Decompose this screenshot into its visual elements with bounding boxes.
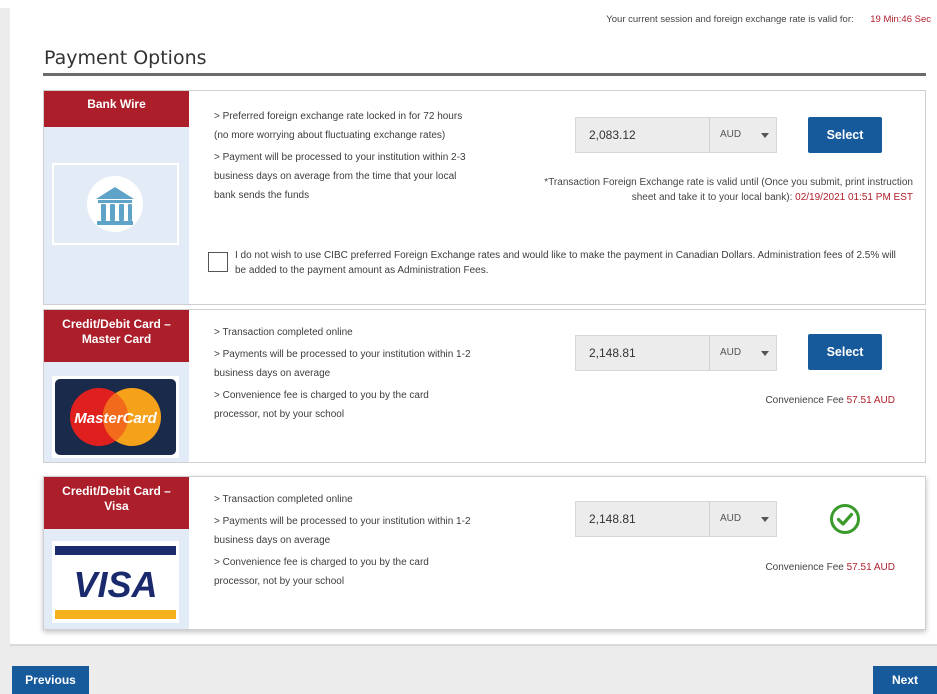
previous-button[interactable]: Previous [12, 666, 89, 694]
currency-divider [709, 118, 710, 152]
currency-divider [709, 336, 710, 370]
feature-text: > Payments will be processed to your ins… [214, 349, 471, 379]
option-features: > Transaction completed online > Payment… [214, 323, 474, 427]
option-title: Credit/Debit Card – Master Card [44, 310, 189, 362]
feature-text: > Preferred foreign exchange rate locked… [214, 111, 463, 141]
visa-logo: VISA [52, 541, 179, 623]
fee-amount: 57.51 AUD [846, 562, 895, 573]
mastercard-logo-text: MasterCard [74, 410, 157, 427]
visa-logo-text: VISA [73, 564, 157, 605]
mastercard-logo: MasterCard [52, 376, 179, 458]
session-bar: Your current session and foreign exchang… [606, 14, 931, 25]
rate-note: *Transaction Foreign Exchange rate is va… [544, 175, 913, 205]
amount-value: 2,148.81 [589, 512, 636, 526]
title-divider [43, 73, 926, 76]
feature-text: > Transaction completed online [214, 327, 353, 338]
amount-value: 2,083.12 [589, 128, 636, 142]
amount-value: 2,148.81 [589, 346, 636, 360]
feature-text: > Payments will be processed to your ins… [214, 516, 471, 546]
top-strip [0, 0, 937, 8]
feature-text: > Convenience fee is charged to you by t… [214, 557, 429, 587]
payment-option-visa[interactable]: Credit/Debit Card – Visa VISA > Transact… [43, 476, 926, 630]
amount-field[interactable]: 2,148.81 AUD [575, 335, 777, 371]
fee-amount: 57.51 AUD [846, 395, 895, 406]
rate-note-line: *Transaction Foreign Exchange rate is va… [544, 177, 913, 188]
next-button[interactable]: Next [873, 666, 937, 694]
cad-checkbox[interactable] [208, 252, 228, 272]
chevron-down-icon[interactable] [761, 133, 769, 138]
chevron-down-icon[interactable] [761, 351, 769, 356]
cad-option-text: I do not wish to use CIBC preferred Fore… [235, 250, 896, 276]
feature-text: > Payment will be processed to your inst… [214, 152, 466, 201]
option-title: Bank Wire [44, 91, 189, 127]
option-features: > Preferred foreign exchange rate locked… [214, 107, 474, 208]
rate-note-line: sheet and take it to your local bank): [631, 192, 793, 203]
feature-text: > Convenience fee is charged to you by t… [214, 390, 429, 420]
currency-divider [709, 502, 710, 536]
bank-icon [52, 163, 179, 245]
currency-select[interactable]: AUD [720, 347, 741, 358]
option-title: Credit/Debit Card – Visa [44, 477, 189, 529]
currency-select[interactable]: AUD [720, 129, 741, 140]
chevron-down-icon[interactable] [761, 517, 769, 522]
convenience-fee: Convenience Fee 57.51 AUD [765, 562, 895, 573]
footer-divider [10, 644, 937, 646]
currency-select[interactable]: AUD [720, 513, 741, 524]
select-button[interactable]: Select [808, 117, 882, 153]
convenience-fee: Convenience Fee 57.51 AUD [765, 395, 895, 406]
select-button[interactable]: Select [808, 334, 882, 370]
mastercard-logo-box: MasterCard [52, 376, 179, 458]
fee-label: Convenience Fee [765, 562, 844, 573]
visa-logo-box: VISA [52, 541, 179, 623]
check-circle-icon [830, 504, 860, 534]
bank-logo-box [52, 163, 179, 245]
payment-option-mastercard: Credit/Debit Card – Master Card MasterCa… [43, 309, 926, 463]
option-features: > Transaction completed online > Payment… [214, 490, 474, 594]
amount-field[interactable]: 2,083.12 AUD [575, 117, 777, 153]
page-title: Payment Options [44, 47, 207, 69]
session-message: Your current session and foreign exchang… [606, 14, 854, 25]
option-left-panel: Credit/Debit Card – Visa VISA [44, 477, 189, 629]
rate-expiry-date: 02/19/2021 01:51 PM EST [795, 192, 913, 203]
payment-option-bank-wire: Bank Wire > Preferred foreign exchange r… [43, 90, 926, 305]
feature-text: > Transaction completed online [214, 494, 353, 505]
fee-label: Convenience Fee [765, 395, 844, 406]
amount-field[interactable]: 2,148.81 AUD [575, 501, 777, 537]
main-content: Your current session and foreign exchang… [10, 8, 937, 644]
session-timer: 19 Min:46 Sec [870, 14, 931, 25]
option-left-panel: Bank Wire [44, 91, 189, 304]
option-left-panel: Credit/Debit Card – Master Card MasterCa… [44, 310, 189, 462]
